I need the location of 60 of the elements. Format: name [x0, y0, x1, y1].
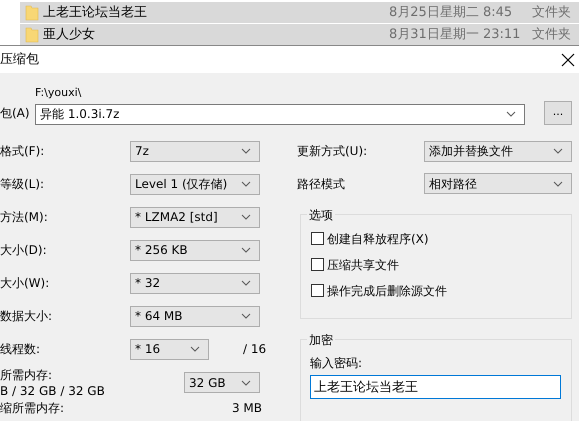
checkbox-option[interactable]: 操作完成后删除源文件 [311, 280, 571, 300]
field-label: 等级(L): [0, 176, 46, 193]
group-title: 加密 [307, 330, 335, 348]
dropdown[interactable]: 相对路径 [424, 173, 572, 194]
dropdown[interactable]: * 16 [130, 338, 209, 360]
checkbox[interactable] [311, 284, 324, 297]
chevron-down-icon [241, 247, 251, 253]
chevron-down-icon [553, 180, 563, 186]
file-name: 上老王论坛当老王 [43, 4, 148, 22]
dropdown[interactable]: Level 1 (仅存储) [130, 174, 260, 194]
chevron-down-icon [241, 181, 251, 187]
field-label: 格式(F): [0, 143, 46, 160]
browse-button[interactable]: ... [544, 100, 572, 124]
chevron-down-icon [241, 380, 251, 386]
checkbox[interactable] [311, 258, 324, 271]
checkbox[interactable] [311, 232, 324, 245]
checkbox-option[interactable]: 创建自释放程序(X) [311, 228, 571, 248]
file-date: 8月31日星期一 23:11 [389, 26, 522, 44]
checkbox-option[interactable]: 压缩共享文件 [311, 254, 571, 274]
field-label: 路径模式 [297, 176, 346, 192]
dropdown[interactable]: * 64 MB [130, 306, 260, 326]
file-name: 亜人少女 [43, 26, 96, 44]
dropdown[interactable]: 添加并替换文件 [424, 140, 572, 162]
folder-icon [24, 4, 38, 20]
chevron-down-icon [241, 214, 251, 220]
field-label: 大小(W): [0, 275, 50, 292]
chevron-down-icon [506, 111, 516, 117]
file-type: 文件夹 [532, 4, 571, 22]
folder-icon [24, 26, 38, 42]
field-label: 方法(M): [0, 209, 49, 226]
field-label: 大小(D): [0, 242, 48, 259]
dropdown[interactable]: 32 GB [184, 372, 260, 393]
window-title: 压缩包 [0, 50, 39, 69]
password-field[interactable]: 上老王论坛当老王 [310, 374, 561, 398]
chevron-down-icon [190, 346, 200, 352]
file-row[interactable]: 亜人少女 8月31日星期一 23:11 文件夹 [20, 24, 579, 45]
chevron-down-icon [241, 313, 251, 319]
chevron-down-icon [241, 280, 251, 286]
dropdown[interactable]: * 32 [130, 272, 260, 294]
file-type: 文件夹 [532, 26, 571, 44]
password-label: 输入密码: [310, 354, 364, 372]
file-row[interactable]: 上老王论坛当老王 8月25日星期二 8:45 文件夹 [20, 2, 579, 23]
file-date: 8月25日星期二 8:45 [389, 4, 514, 22]
dropdown[interactable]: * LZMA2 [std] [130, 206, 260, 228]
decompress-memory-value: 3 MB [232, 400, 262, 416]
chevron-down-icon [553, 148, 563, 154]
archive-path: F:\youxi\ [35, 85, 82, 101]
dropdown[interactable]: 异能 1.0.3i.7z [35, 104, 525, 124]
chevron-down-icon [241, 148, 251, 154]
thread-count: / 16 [243, 341, 266, 358]
archive-label: 包(A) [0, 104, 31, 122]
dropdown[interactable]: 7z [130, 140, 260, 162]
memory-label: 所需内存: [0, 366, 54, 382]
decompress-memory-label: 缩所需内存: [0, 400, 64, 416]
field-label: 线程数: [0, 341, 42, 358]
memory-detail: B / 32 GB / 32 GB [0, 382, 106, 398]
field-label: 数据大小: [0, 308, 54, 325]
close-icon[interactable] [561, 52, 575, 66]
dropdown[interactable]: * 256 KB [130, 240, 260, 260]
field-label: 更新方式(U): [297, 143, 368, 160]
